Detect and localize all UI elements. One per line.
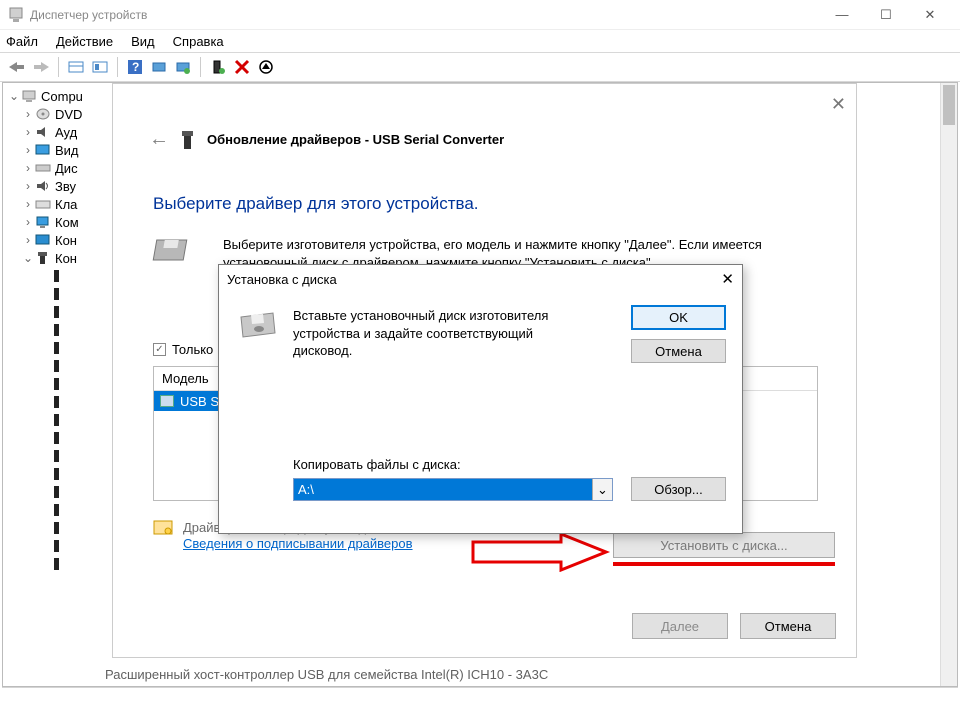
wizard-title-prefix: Обновление драйверов - bbox=[207, 132, 373, 147]
vertical-scrollbar[interactable] bbox=[940, 83, 957, 686]
usb-plug-icon bbox=[49, 304, 65, 320]
device-manager-icon bbox=[8, 7, 24, 23]
usb-plug-icon bbox=[49, 484, 65, 500]
usb-plug-icon bbox=[49, 520, 65, 536]
usb-icon bbox=[35, 250, 51, 266]
dialog-instruction: Вставьте установочный диск изготовителя … bbox=[293, 307, 583, 360]
only-compatible-checkbox[interactable]: ✓ Только bbox=[153, 342, 213, 357]
enable-icon[interactable] bbox=[207, 56, 229, 78]
next-button[interactable]: Далее bbox=[632, 613, 728, 639]
ok-button[interactable]: OK bbox=[631, 305, 726, 330]
forward-button[interactable] bbox=[30, 56, 52, 78]
usb-plug-icon bbox=[49, 430, 65, 446]
computer-icon bbox=[21, 88, 37, 104]
menu-action[interactable]: Действие bbox=[56, 34, 113, 49]
wizard-title-device: USB Serial Converter bbox=[373, 132, 505, 147]
certificate-icon bbox=[153, 520, 173, 536]
scan-hardware-icon[interactable] bbox=[255, 56, 277, 78]
expand-icon[interactable]: › bbox=[21, 179, 35, 193]
usb-plug-icon bbox=[49, 556, 65, 572]
usb-plug-icon bbox=[49, 376, 65, 392]
monitor-icon bbox=[35, 142, 51, 158]
only-compatible-label: Только bbox=[172, 342, 213, 357]
expand-icon[interactable]: › bbox=[21, 233, 35, 247]
display-icon bbox=[35, 232, 51, 248]
usb-plug-icon bbox=[49, 286, 65, 302]
disc-icon bbox=[35, 106, 51, 122]
update-icon[interactable] bbox=[172, 56, 194, 78]
svg-text:?: ? bbox=[132, 60, 139, 74]
keyboard-icon bbox=[35, 196, 51, 212]
drive-icon bbox=[35, 160, 51, 176]
minimize-button[interactable]: — bbox=[820, 0, 864, 30]
dialog-cancel-button[interactable]: Отмена bbox=[631, 339, 726, 363]
help-icon[interactable]: ? bbox=[124, 56, 146, 78]
usb-plug-icon bbox=[49, 322, 65, 338]
speaker-icon bbox=[35, 124, 51, 140]
show-hidden-icon[interactable] bbox=[65, 56, 87, 78]
chevron-down-icon[interactable]: ⌄ bbox=[592, 479, 612, 500]
properties-icon[interactable] bbox=[89, 56, 111, 78]
menu-help[interactable]: Справка bbox=[173, 34, 224, 49]
path-combobox[interactable]: A:\ ⌄ bbox=[293, 478, 613, 501]
install-from-disk-dialog: Установка с диска ✕ Вставьте установочны… bbox=[218, 264, 743, 534]
menu-file[interactable]: Файл bbox=[6, 34, 38, 49]
expand-icon[interactable]: › bbox=[21, 107, 35, 121]
path-input[interactable]: A:\ bbox=[294, 479, 592, 500]
usb-plug-icon bbox=[49, 502, 65, 518]
wizard-close-button[interactable]: ✕ bbox=[831, 94, 846, 115]
wizard-prompt: Выберите драйвер для этого устройства. bbox=[153, 194, 479, 214]
usb-plug-icon bbox=[49, 538, 65, 554]
audio-icon bbox=[35, 178, 51, 194]
expand-icon[interactable]: › bbox=[21, 197, 35, 211]
window-title: Диспетчер устройств bbox=[30, 8, 820, 22]
expand-icon[interactable]: › bbox=[21, 143, 35, 157]
close-button[interactable]: ✕ bbox=[908, 0, 952, 30]
menu-view[interactable]: Вид bbox=[131, 34, 155, 49]
annotation-underline bbox=[613, 562, 835, 566]
usb-plug-icon bbox=[49, 358, 65, 374]
uninstall-icon[interactable] bbox=[231, 56, 253, 78]
floppy-icon bbox=[151, 238, 187, 262]
usb-plug-icon bbox=[49, 394, 65, 410]
floppy-disk-icon bbox=[237, 311, 277, 341]
expand-icon[interactable]: › bbox=[21, 161, 35, 175]
usb-plug-icon bbox=[49, 412, 65, 428]
dialog-title: Установка с диска bbox=[227, 272, 337, 287]
toolbar: ? bbox=[0, 52, 960, 82]
collapse-icon[interactable]: ⌄ bbox=[21, 251, 35, 265]
expand-icon[interactable]: › bbox=[21, 215, 35, 229]
maximize-button[interactable]: ☐ bbox=[864, 0, 908, 30]
install-from-disk-button[interactable]: Установить с диска... bbox=[613, 532, 835, 558]
cancel-button[interactable]: Отмена bbox=[740, 613, 836, 639]
browse-button[interactable]: Обзор... bbox=[631, 477, 726, 501]
back-button[interactable] bbox=[6, 56, 28, 78]
wizard-back-button[interactable]: ← bbox=[149, 128, 169, 151]
copy-from-label: Копировать файлы с диска: bbox=[293, 457, 461, 472]
dialog-title-bar: Установка с диска ✕ bbox=[219, 265, 742, 293]
title-bar: Диспетчер устройств — ☐ ✕ bbox=[0, 0, 960, 30]
annotation-arrow bbox=[471, 532, 611, 572]
driver-icon bbox=[160, 395, 174, 407]
expand-icon[interactable]: › bbox=[21, 125, 35, 139]
signature-info-link[interactable]: Сведения о подписывании драйверов bbox=[183, 536, 413, 551]
model-item-label: USB S bbox=[180, 394, 219, 409]
usb-plug-icon bbox=[49, 448, 65, 464]
wizard-header: ← Обновление драйверов - USB Serial Conv… bbox=[149, 128, 504, 151]
partial-device-label: Расширенный хост-контроллер USB для семе… bbox=[105, 667, 548, 682]
menu-bar: Файл Действие Вид Справка bbox=[0, 30, 960, 52]
desktop-icon bbox=[35, 214, 51, 230]
status-bar bbox=[2, 687, 958, 705]
usb-plug-icon bbox=[49, 340, 65, 356]
dialog-close-button[interactable]: ✕ bbox=[721, 270, 734, 288]
device-icon bbox=[181, 129, 195, 151]
usb-plug-icon bbox=[49, 268, 65, 284]
checkbox-icon: ✓ bbox=[153, 343, 166, 356]
collapse-icon[interactable]: ⌄ bbox=[7, 89, 21, 103]
scan-icon[interactable] bbox=[148, 56, 170, 78]
usb-plug-icon bbox=[49, 466, 65, 482]
